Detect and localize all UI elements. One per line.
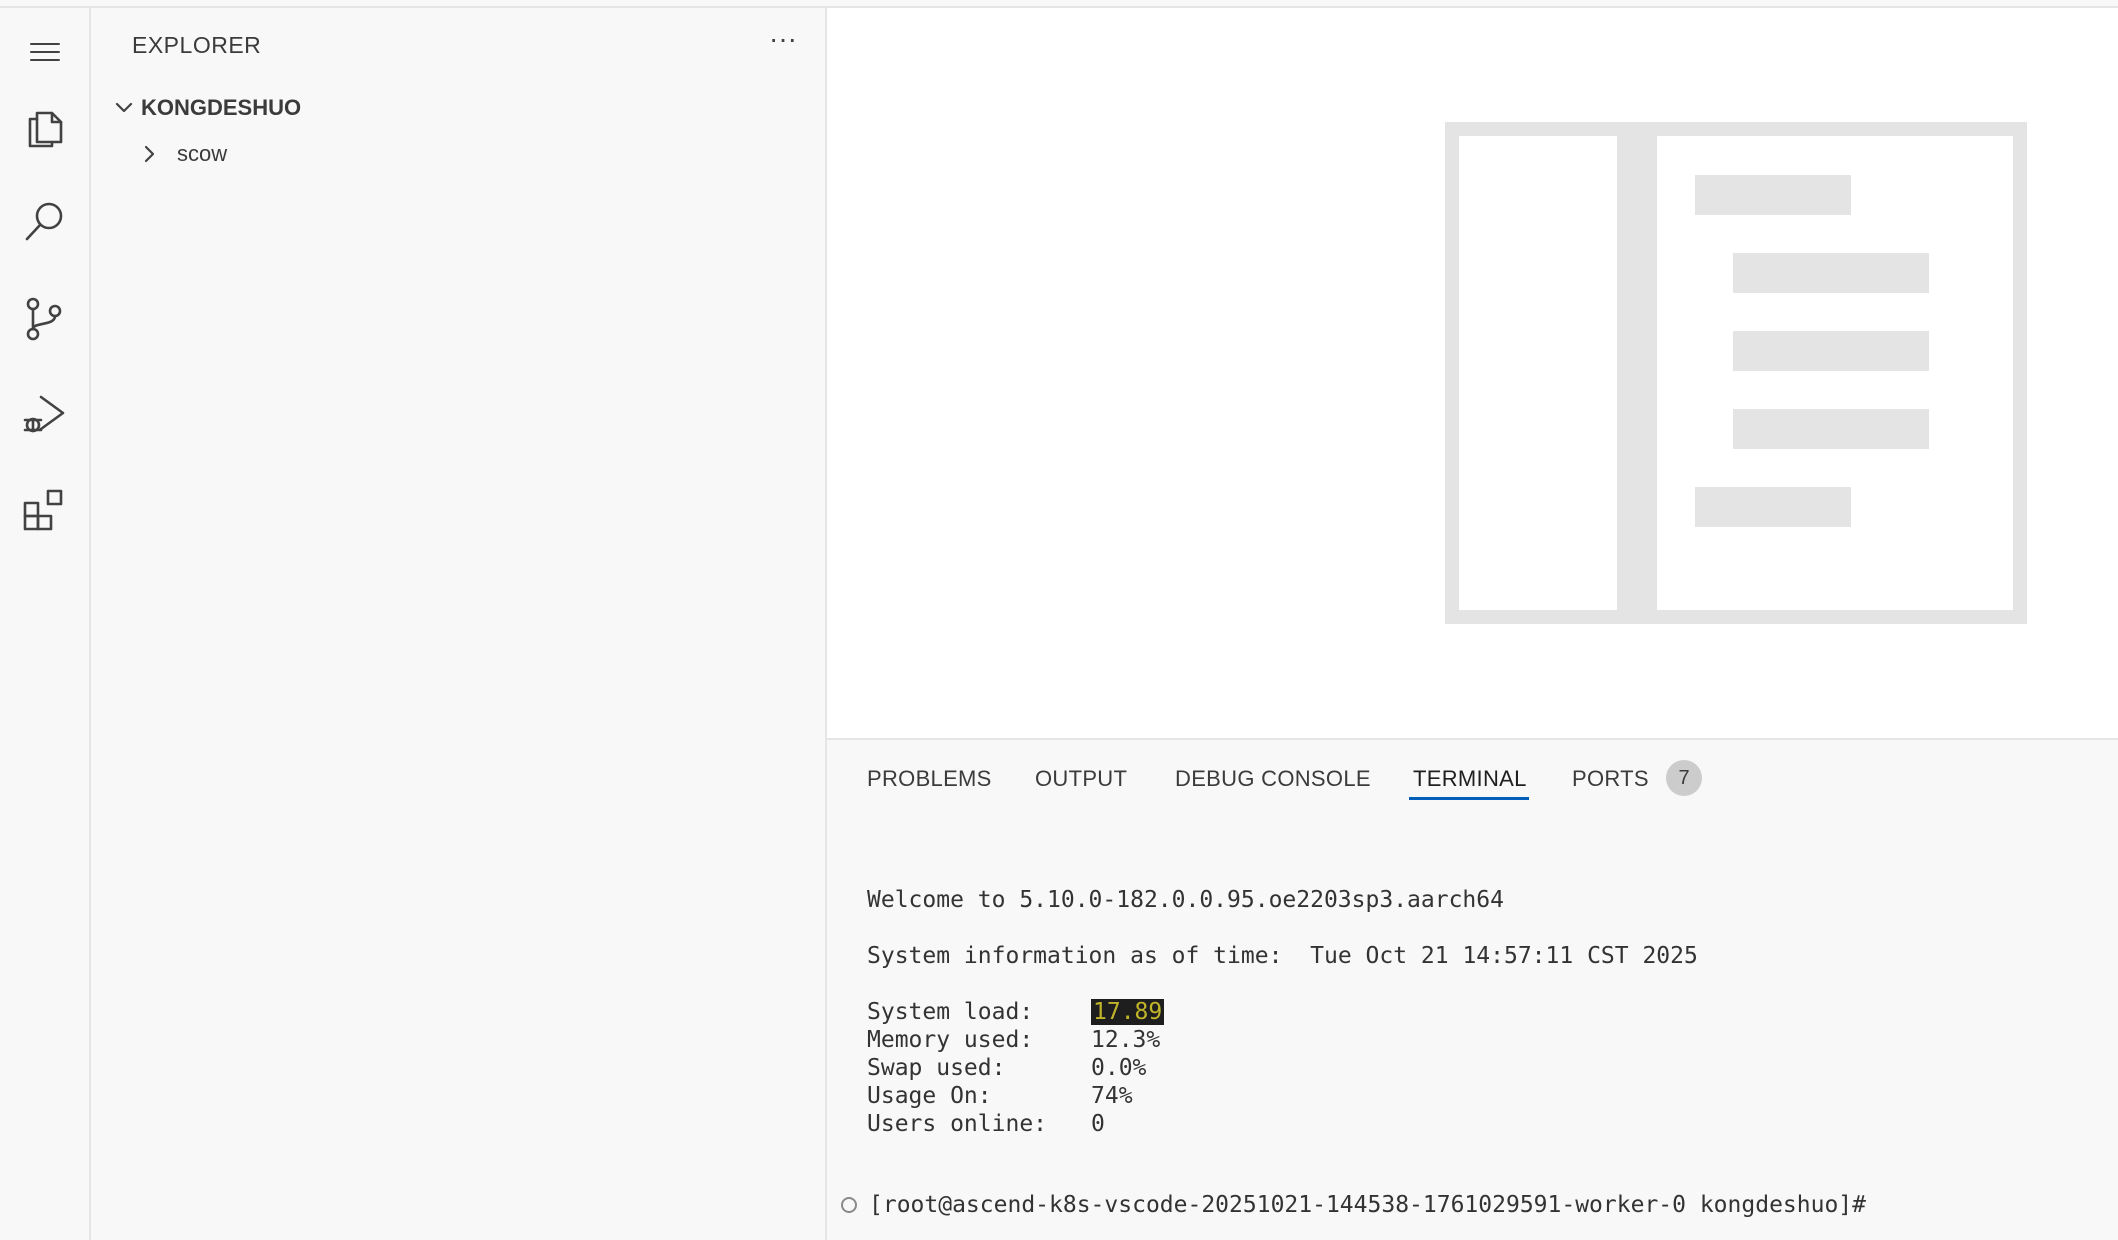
window-top-border <box>0 0 2118 8</box>
editor-area <box>827 8 2118 738</box>
stat-label: Swap used: <box>867 1055 1006 1081</box>
terminal-stat-row: Usage On: 74% <box>867 1082 1133 1110</box>
menu-icon[interactable] <box>12 20 76 84</box>
stat-label: Memory used: <box>867 1027 1034 1053</box>
source-control-icon[interactable] <box>12 286 76 350</box>
workspace-root-label: KONGDESHUO <box>141 95 302 120</box>
terminal-stat-row: System load: 17.89 <box>867 998 1165 1026</box>
stat-value: 12.3% <box>1091 1027 1161 1053</box>
terminal-welcome-line: Welcome to 5.10.0-182.0.0.95.oe2203sp3.a… <box>867 887 1504 913</box>
extensions-icon[interactable] <box>12 478 76 542</box>
terminal-stat-row: Swap used: 0.0% <box>867 1054 1146 1082</box>
activity-bar <box>0 8 91 1240</box>
search-icon[interactable] <box>12 190 76 254</box>
terminal-prompt: [root@ascend-k8s-vscode-20251021-144538-… <box>869 1192 1866 1218</box>
more-actions-icon[interactable]: ··· <box>763 24 803 60</box>
run-debug-icon[interactable] <box>12 382 76 446</box>
terminal-stat-row: Users online: 0 <box>867 1110 1105 1138</box>
workspace-root-folder[interactable]: KONGDESHUO <box>99 88 819 128</box>
explorer-sidebar: EXPLORER ··· KONGDESHUO scow <box>91 8 827 1240</box>
folder-item-scow[interactable]: scow <box>99 134 819 174</box>
sysinfo-time: Tue Oct 21 14:57:11 CST 2025 <box>1310 943 1698 969</box>
stat-label: Users online: <box>867 1111 1048 1137</box>
explorer-title: EXPLORER <box>132 32 262 58</box>
sysinfo-label: System information as of time: <box>867 943 1283 969</box>
editor-watermark-icon <box>1445 122 2027 624</box>
terminal-sysinfo-line: System information as of time: Tue Oct 2… <box>867 942 1698 970</box>
folder-label: scow <box>177 141 228 166</box>
stat-label: System load: <box>867 999 1034 1025</box>
terminal-output[interactable]: Welcome to 5.10.0-182.0.0.95.oe2203sp3.a… <box>867 740 2107 1137</box>
stat-value: 0 <box>1091 1111 1105 1137</box>
chevron-right-icon <box>135 139 165 169</box>
chevron-down-icon <box>109 93 139 123</box>
bottom-panel: PROBLEMS OUTPUT DEBUG CONSOLE TERMINAL P… <box>827 738 2118 1240</box>
stat-value: 0.0% <box>1091 1055 1147 1081</box>
terminal-prompt-row[interactable]: [root@ascend-k8s-vscode-20251021-144538-… <box>841 1192 1866 1218</box>
stat-label: Usage On: <box>867 1083 992 1109</box>
terminal-stat-row: Memory used: 12.3% <box>867 1026 1160 1054</box>
stat-value-highlighted: 17.89 <box>1091 999 1165 1025</box>
stat-value: 74% <box>1091 1083 1133 1109</box>
files-icon[interactable] <box>12 94 76 158</box>
command-status-icon <box>841 1197 857 1213</box>
